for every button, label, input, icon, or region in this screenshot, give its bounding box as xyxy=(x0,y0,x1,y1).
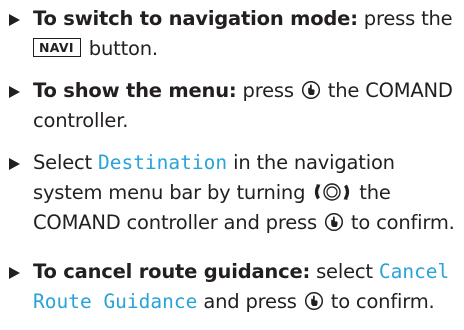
list-item: Select Destination in the navigation sys… xyxy=(0,148,464,238)
bullet-triangle-icon xyxy=(9,14,20,26)
controller-turn-icon xyxy=(312,182,352,202)
step-text: button. xyxy=(82,37,158,60)
step-lead: To switch to navigation mode: xyxy=(33,7,358,30)
instruction-list: To switch to navigation mode: press the … xyxy=(0,0,464,317)
menu-item-destination: Destination xyxy=(97,151,228,174)
controller-press-icon xyxy=(304,291,324,311)
list-item: To switch to navigation mode: press the … xyxy=(0,4,464,64)
step-lead: To show the menu: xyxy=(33,79,237,102)
step-text: Select xyxy=(33,151,98,174)
list-item: To cancel route guidance: select Cancel … xyxy=(0,257,464,317)
bullet-triangle-icon xyxy=(9,267,20,279)
step-text: select xyxy=(310,260,379,283)
navi-key-label: NAVI xyxy=(33,38,81,57)
controller-press-icon xyxy=(301,80,321,100)
controller-press-icon xyxy=(324,212,344,232)
list-item: To show the menu: press the COMAND contr… xyxy=(0,76,464,136)
step-text: to confirm. xyxy=(324,290,435,313)
bullet-triangle-icon xyxy=(9,158,20,170)
step-text: press the xyxy=(357,7,453,30)
step-text: to confirm. xyxy=(344,211,455,234)
step-text: and press xyxy=(197,290,303,313)
step-text: press xyxy=(236,79,300,102)
step-lead: To cancel route guidance: xyxy=(33,260,311,283)
bullet-triangle-icon xyxy=(9,86,20,98)
